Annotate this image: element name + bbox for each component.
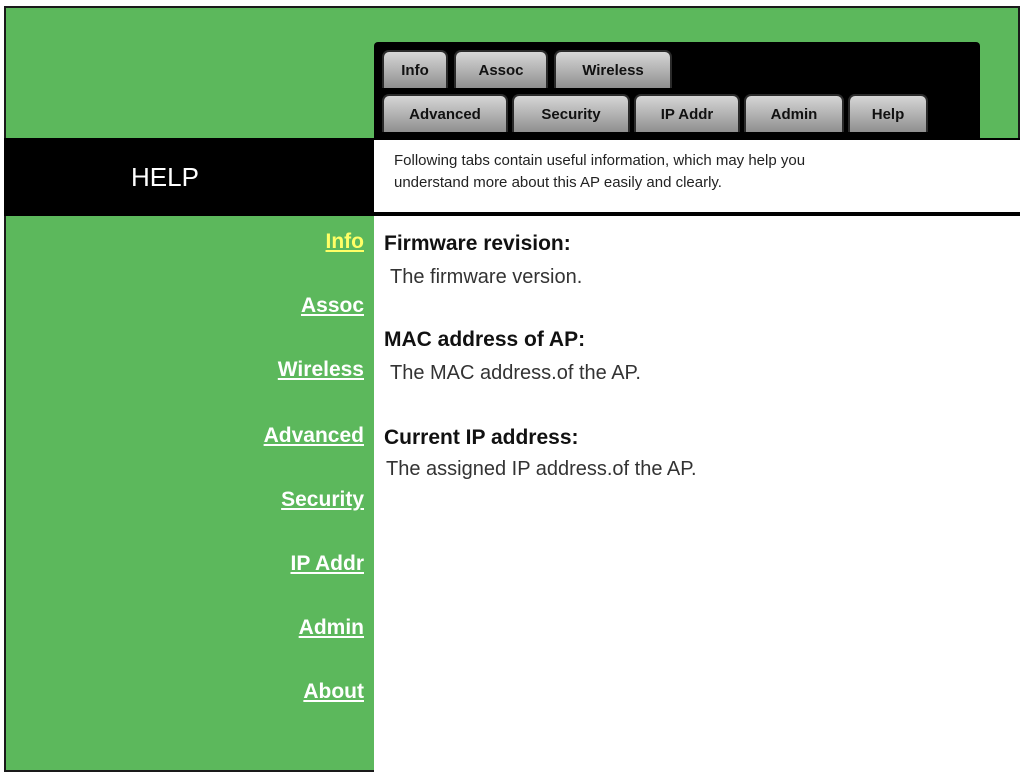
section-title-mac: MAC address of AP: <box>384 328 586 351</box>
sidebar-item-security[interactable]: Security <box>281 488 364 512</box>
tab-wireless[interactable]: Wireless <box>554 50 672 88</box>
section-body-ip: The assigned IP address.of the AP. <box>386 458 697 480</box>
page-title: HELP <box>131 162 199 192</box>
description-line-1: Following tabs contain useful informatio… <box>394 152 806 169</box>
section-body-mac: The MAC address.of the AP. <box>390 362 641 384</box>
sidebar-item-assoc[interactable]: Assoc <box>301 294 364 318</box>
tab-security[interactable]: Security <box>512 94 630 132</box>
sidebar-item-advanced[interactable]: Advanced <box>264 424 364 448</box>
sidebar-item-ip-addr[interactable]: IP Addr <box>290 552 364 576</box>
section-title-firmware: Firmware revision: <box>384 232 571 255</box>
tab-bar: Info Assoc Wireless Advanced Security IP… <box>374 42 980 138</box>
tab-help[interactable]: Help <box>848 94 928 132</box>
sidebar-item-info[interactable]: Info <box>326 230 364 254</box>
section-body-firmware: The firmware version. <box>390 266 583 288</box>
sidebar-item-wireless[interactable]: Wireless <box>278 358 364 382</box>
tab-info[interactable]: Info <box>382 50 448 88</box>
section-title-ip: Current IP address: <box>384 426 579 449</box>
sidebar-item-about[interactable]: About <box>303 680 364 704</box>
description-line-2: understand more about this AP easily and… <box>394 174 722 191</box>
sidebar-item-admin[interactable]: Admin <box>299 616 364 640</box>
tab-ip-addr[interactable]: IP Addr <box>634 94 740 132</box>
tab-admin[interactable]: Admin <box>744 94 844 132</box>
tab-advanced[interactable]: Advanced <box>382 94 508 132</box>
page-description: Following tabs contain useful informatio… <box>374 140 1020 212</box>
content-panel <box>374 216 1020 772</box>
tab-assoc[interactable]: Assoc <box>454 50 548 88</box>
